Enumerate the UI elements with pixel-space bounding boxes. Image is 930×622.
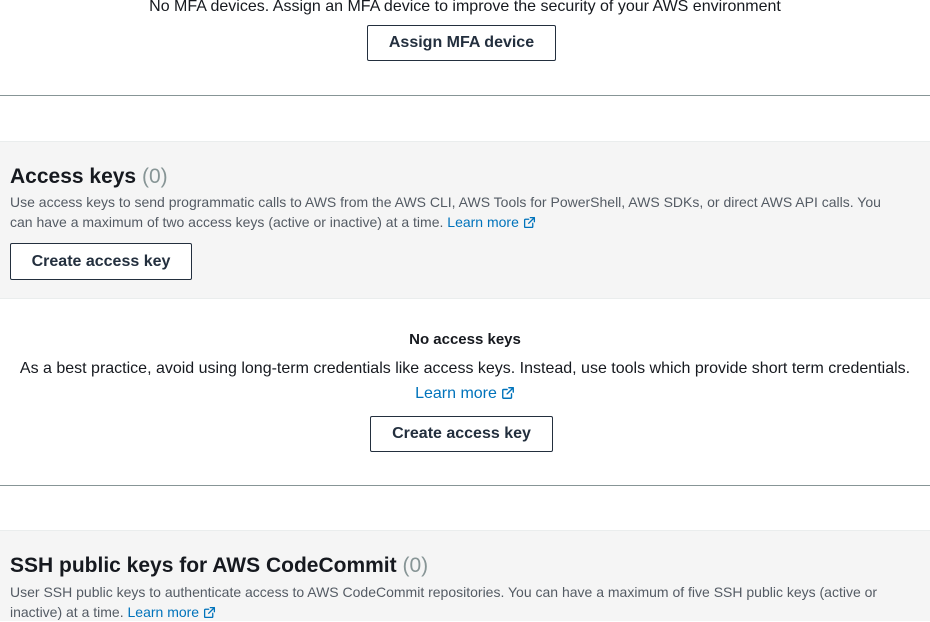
access-keys-description-text: Use access keys to send programmatic cal… xyxy=(10,194,881,230)
assign-mfa-device-button[interactable]: Assign MFA device xyxy=(367,25,556,61)
access-keys-learn-more-link[interactable]: Learn more xyxy=(447,214,536,230)
access-keys-count: (0) xyxy=(141,165,168,188)
access-keys-description: Use access keys to send programmatic cal… xyxy=(10,192,890,232)
section-divider xyxy=(0,485,930,486)
learn-more-label: Learn more xyxy=(127,604,200,620)
ssh-keys-title-text: SSH public keys for AWS CodeCommit xyxy=(10,554,397,577)
no-access-keys-learn-more: Learn more xyxy=(0,383,930,405)
create-access-key-button[interactable]: Create access key xyxy=(10,243,192,280)
ssh-keys-count: (0) xyxy=(402,554,429,577)
external-link-icon xyxy=(501,387,514,399)
learn-more-label: Learn more xyxy=(447,214,519,230)
external-link-icon xyxy=(204,606,216,619)
ssh-keys-learn-more-link[interactable]: Learn more xyxy=(128,604,217,620)
external-link-icon xyxy=(523,216,535,229)
no-access-keys-description: As a best practice, avoid using long-ter… xyxy=(19,360,911,377)
access-keys-title-text: Access keys xyxy=(10,165,137,188)
section-divider xyxy=(0,95,930,96)
ssh-keys-title: SSH public keys for AWS CodeCommit (0) xyxy=(10,553,428,579)
access-keys-title: Access keys (0) xyxy=(10,164,168,190)
no-access-keys-title: No access keys xyxy=(409,331,521,348)
empty-learn-more-link[interactable]: Learn more xyxy=(415,385,515,402)
ssh-keys-description: User SSH public keys to authenticate acc… xyxy=(10,582,890,622)
mfa-empty-message: No MFA devices. Assign an MFA device to … xyxy=(149,0,781,15)
header-border xyxy=(0,298,930,299)
learn-more-label: Learn more xyxy=(415,385,497,402)
create-access-key-empty-button[interactable]: Create access key xyxy=(370,416,553,452)
